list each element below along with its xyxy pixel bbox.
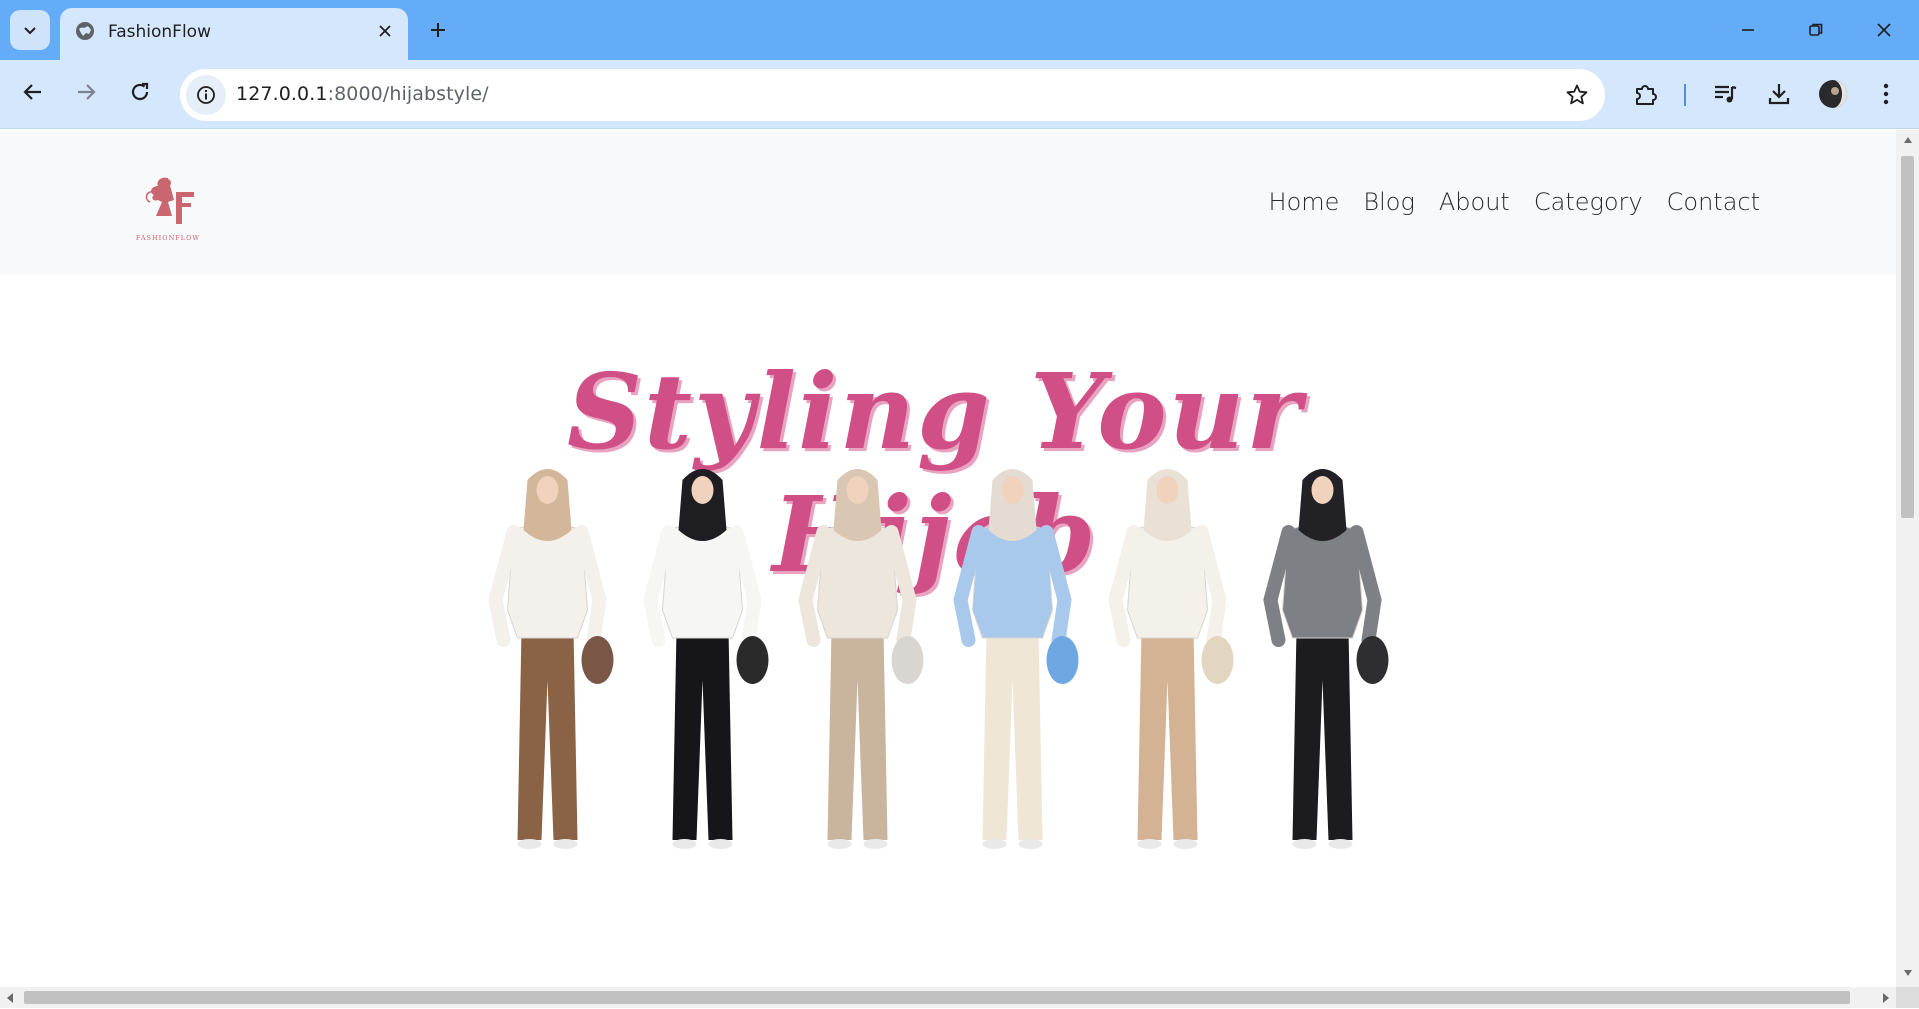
site-logo[interactable]: FASHIONFLOW	[128, 170, 208, 244]
nav-about-link[interactable]: About	[1427, 188, 1522, 216]
reload-icon	[131, 82, 149, 101]
scroll-left-arrow[interactable]	[6, 991, 14, 1009]
site-header: FASHIONFLOW Home Blog About Category Con…	[0, 130, 1896, 274]
new-tab-button[interactable]	[422, 12, 454, 48]
restore-icon	[1809, 23, 1823, 36]
download-icon	[1768, 84, 1790, 105]
scrollbar-corner	[1896, 987, 1919, 1008]
outfit-model	[1108, 469, 1234, 849]
minimize-icon	[1742, 29, 1754, 31]
minimize-button[interactable]	[1722, 8, 1774, 52]
tab-search-button[interactable]	[10, 10, 50, 50]
triangle-left-icon	[7, 993, 13, 1003]
avatar-icon	[1819, 80, 1847, 108]
scroll-down-arrow[interactable]	[1901, 969, 1914, 981]
outfit-model	[798, 469, 924, 849]
url-text[interactable]: 127.0.0.1:8000/hijabstyle/	[236, 83, 489, 105]
tab-title: FashionFlow	[108, 22, 211, 42]
hijab-style-hero: Styling Your Hijab	[470, 350, 1400, 890]
extensions-button[interactable]	[1626, 74, 1666, 114]
nav-category-link[interactable]: Category	[1522, 188, 1655, 216]
reload-button[interactable]	[120, 72, 160, 112]
browser-toolbar: 127.0.0.1:8000/hijabstyle/	[0, 60, 1919, 129]
bookmark-button[interactable]	[1563, 81, 1591, 109]
address-bar[interactable]: 127.0.0.1:8000/hijabstyle/	[180, 69, 1605, 121]
star-icon	[1566, 84, 1588, 105]
outfit-model	[1263, 469, 1389, 849]
triangle-down-icon	[1903, 970, 1912, 976]
nav-contact-link[interactable]: Contact	[1655, 188, 1772, 216]
logo-text: FASHIONFLOW	[136, 234, 200, 242]
page-viewport: FASHIONFLOW Home Blog About Category Con…	[0, 130, 1896, 987]
playlist-icon	[1715, 85, 1737, 103]
scroll-up-arrow[interactable]	[1901, 136, 1914, 148]
triangle-right-icon	[1883, 993, 1889, 1003]
browser-tab[interactable]: FashionFlow	[60, 8, 408, 60]
site-nav: Home Blog About Category Contact	[1257, 188, 1772, 216]
outfit-models-illustration	[488, 469, 1389, 849]
downloads-button[interactable]	[1759, 74, 1799, 114]
tab-close-button[interactable]	[372, 18, 398, 44]
browser-menu-button[interactable]	[1866, 74, 1906, 114]
url-path: :8000/hijabstyle/	[327, 83, 489, 105]
back-button[interactable]	[13, 72, 53, 112]
globe-icon	[76, 22, 94, 40]
vertical-scrollbar[interactable]	[1896, 130, 1919, 987]
browser-tabstrip: FashionFlow	[0, 0, 1919, 60]
site-info-button[interactable]	[186, 75, 226, 115]
chevron-down-icon	[24, 27, 36, 35]
close-icon	[1877, 23, 1891, 37]
info-icon	[197, 86, 215, 104]
plus-icon	[431, 23, 445, 37]
nav-home-link[interactable]: Home	[1257, 188, 1352, 216]
forward-button[interactable]	[66, 72, 106, 112]
close-window-button[interactable]	[1858, 8, 1910, 52]
outfit-model	[643, 469, 769, 849]
restore-button[interactable]	[1790, 8, 1842, 52]
url-host: 127.0.0.1	[236, 83, 328, 105]
vertical-scroll-thumb[interactable]	[1901, 156, 1914, 518]
puzzle-icon	[1636, 85, 1657, 105]
scroll-right-arrow[interactable]	[1882, 991, 1890, 1009]
arrow-left-icon	[23, 84, 41, 100]
profile-button[interactable]	[1813, 74, 1853, 114]
arrow-right-icon	[78, 84, 96, 100]
more-vertical-icon	[1883, 83, 1889, 105]
outfit-model	[953, 469, 1079, 849]
toolbar-separator	[1684, 84, 1686, 106]
close-icon	[379, 25, 391, 37]
outfit-model	[488, 469, 614, 849]
fashionflow-logo-icon: FASHIONFLOW	[136, 177, 200, 242]
horizontal-scrollbar[interactable]	[0, 987, 1896, 1008]
horizontal-scroll-thumb[interactable]	[24, 991, 1850, 1004]
triangle-up-icon	[1903, 137, 1912, 143]
nav-blog-link[interactable]: Blog	[1351, 188, 1426, 216]
media-controls-button[interactable]	[1705, 74, 1745, 114]
